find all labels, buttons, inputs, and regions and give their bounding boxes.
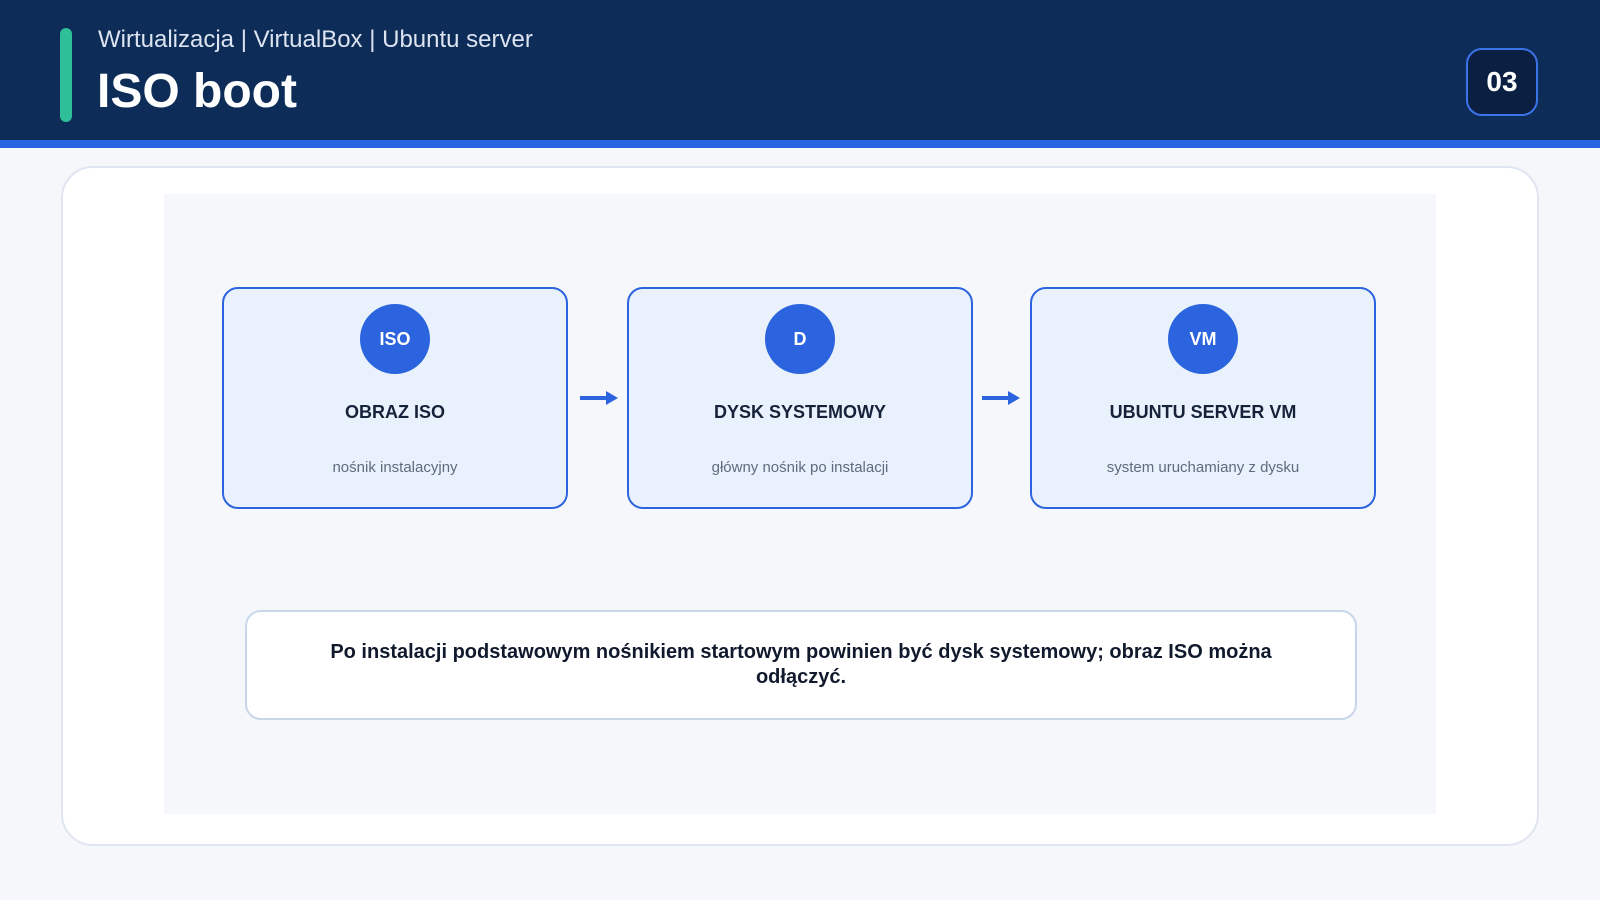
slide-title: ISO boot <box>97 65 297 118</box>
arrow-right-icon <box>982 391 1020 405</box>
node-badge-circle: ISO <box>360 304 430 374</box>
node-badge-circle: VM <box>1168 304 1238 374</box>
node-description: główny nośnik po instalacji <box>711 459 889 476</box>
node-title: UBUNTU SERVER VM <box>1109 402 1297 422</box>
node-badge-circle: D <box>765 304 835 374</box>
flow-node-iso-image: ISO OBRAZ ISO nośnik instalacyjny <box>222 287 568 509</box>
arrow-right-icon <box>580 391 618 405</box>
flow-node-system-disk: D DYSK SYSTEMOWY główny nośnik po instal… <box>627 287 973 509</box>
header-underline <box>0 140 1600 148</box>
note-box: Po instalacji podstawowym nośnikiem star… <box>245 610 1357 720</box>
node-description: nośnik instalacyjny <box>332 459 458 476</box>
node-title: OBRAZ ISO <box>344 402 445 422</box>
slide-subtitle: Wirtualizacja | VirtualBox | Ubuntu serv… <box>98 26 533 53</box>
node-description: system uruchamiany z dysku <box>1106 459 1300 476</box>
page-number-badge: 03 <box>1466 48 1538 116</box>
accent-bar <box>60 28 72 122</box>
note-text: Po instalacji podstawowym nośnikiem star… <box>330 641 1272 688</box>
node-title: DYSK SYSTEMOWY <box>713 402 887 422</box>
flow-node-ubuntu-vm: VM UBUNTU SERVER VM system uruchamiany z… <box>1030 287 1376 509</box>
